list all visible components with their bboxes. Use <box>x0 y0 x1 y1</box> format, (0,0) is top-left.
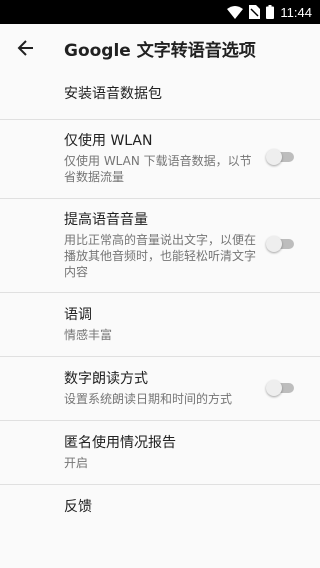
number-reading-toggle[interactable] <box>266 380 296 396</box>
setting-usage-reports[interactable]: 匿名使用情况报告 开启 <box>0 421 320 485</box>
setting-title: 语调 <box>64 307 92 323</box>
toggle-thumb <box>266 236 282 252</box>
setting-summary: 仅使用 WLAN 下载语音数据，以节省数据流量 <box>64 154 252 184</box>
setting-title: 安装语音数据包 <box>64 86 162 102</box>
status-time: 11:44 <box>280 4 312 20</box>
wifi-icon <box>227 5 244 19</box>
wlan-only-toggle[interactable] <box>266 149 296 165</box>
setting-feedback[interactable]: 反馈 <box>0 485 320 533</box>
arrow-back-icon[interactable] <box>16 38 36 58</box>
setting-summary: 开启 <box>64 456 89 470</box>
battery-icon <box>266 5 275 19</box>
setting-title: 匿名使用情况报告 <box>64 435 176 451</box>
setting-title: 提高语音音量 <box>64 212 148 228</box>
setting-title: 数字朗读方式 <box>64 371 148 387</box>
setting-wlan-only[interactable]: 仅使用 WLAN 仅使用 WLAN 下载语音数据，以节省数据流量 <box>0 120 320 199</box>
setting-number-reading[interactable]: 数字朗读方式 设置系统朗读日期和时间的方式 <box>0 357 320 421</box>
toggle-thumb <box>266 149 282 165</box>
toggle-thumb <box>266 380 282 396</box>
settings-list: 安装语音数据包 仅使用 WLAN 仅使用 WLAN 下载语音数据，以节省数据流量… <box>0 72 320 533</box>
setting-pitch[interactable]: 语调 情感丰富 <box>0 293 320 357</box>
setting-summary: 情感丰富 <box>64 328 113 342</box>
boost-volume-toggle[interactable] <box>266 236 296 252</box>
app-bar: Google 文字转语音选项 <box>0 24 320 72</box>
setting-summary: 设置系统朗读日期和时间的方式 <box>64 392 233 406</box>
setting-title: 仅使用 WLAN <box>64 133 153 149</box>
setting-install-voice-data[interactable]: 安装语音数据包 <box>0 72 320 120</box>
no-sim-icon <box>249 5 261 19</box>
setting-summary: 用比正常高的音量说出文字，以便在播放其他音频时，也能轻松听清文字内容 <box>64 233 257 279</box>
setting-boost-volume[interactable]: 提高语音音量 用比正常高的音量说出文字，以便在播放其他音频时，也能轻松听清文字内… <box>0 199 320 293</box>
page-title: Google 文字转语音选项 <box>64 41 256 61</box>
setting-title: 反馈 <box>64 499 92 515</box>
status-bar: 11:44 <box>0 0 320 24</box>
